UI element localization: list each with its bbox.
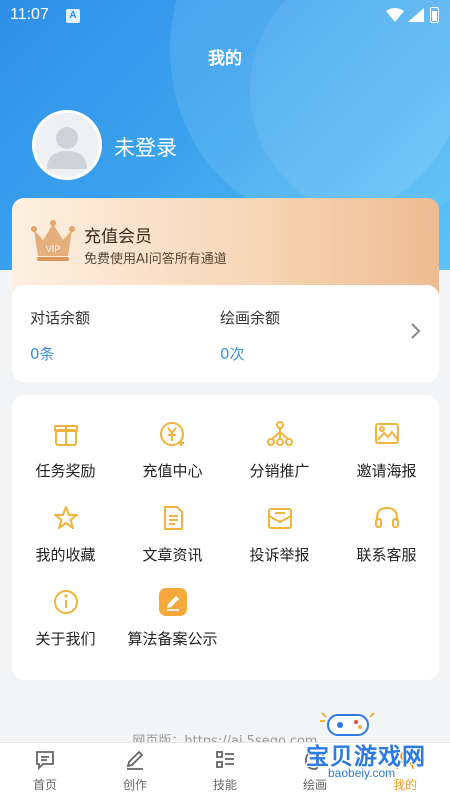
pen-icon — [126, 750, 144, 770]
wifi-icon — [386, 8, 404, 22]
menu-item-distribution[interactable]: 分销推广 — [226, 420, 333, 500]
draw-balance-value: 0次 — [220, 345, 245, 363]
menu-item-favorites[interactable]: 我的收藏 — [12, 504, 119, 584]
vip-title: 充值会员 — [84, 227, 152, 247]
feature-menu-grid: 任务奖励 充值中心 分销推广 邀请海报 我的收藏 文章资讯 投诉举报 联系客服 … — [12, 395, 439, 680]
chevron-right-icon[interactable] — [410, 321, 422, 341]
menu-item-algorithm-filing[interactable]: 算法备案公示 — [119, 588, 226, 668]
vip-membership-card[interactable]: VIP 充值会员 免费使用AI问答所有通道 — [12, 198, 439, 298]
share-tree-icon — [267, 421, 293, 446]
menu-item-recharge-center[interactable]: 充值中心 — [119, 420, 226, 500]
login-status-text[interactable]: 未登录 — [114, 132, 177, 162]
status-bar: 11:07 A — [0, 0, 450, 32]
chat-icon — [36, 751, 54, 771]
default-avatar-icon[interactable] — [32, 110, 102, 180]
watermark-url: baobeiy.com — [328, 766, 396, 780]
mail-report-icon — [268, 508, 292, 529]
page-title: 我的 — [208, 49, 242, 69]
balance-card[interactable]: 对话余额 0条 绘画余额 0次 — [12, 285, 439, 382]
gamepad-logo-icon — [320, 712, 375, 736]
menu-item-customer-service[interactable]: 联系客服 — [333, 504, 440, 584]
notification-a-icon: A — [66, 9, 80, 23]
status-time: 11:07 — [10, 6, 49, 23]
tab-home[interactable]: 首页 — [0, 743, 90, 800]
site-watermark: 宝贝游戏网 baobeiy.com — [298, 703, 450, 785]
menu-item-about-us[interactable]: 关于我们 — [12, 588, 119, 668]
signal-icon — [408, 8, 424, 22]
tab-create[interactable]: 创作 — [90, 743, 180, 800]
vip-subtitle: 免费使用AI问答所有通道 — [84, 252, 227, 267]
crown-vip-text: VIP — [46, 244, 61, 254]
menu-item-invite-poster[interactable]: 邀请海报 — [333, 420, 440, 500]
document-icon — [164, 506, 183, 530]
menu-item-complaint[interactable]: 投诉举报 — [226, 504, 333, 584]
menu-item-task-reward[interactable]: 任务奖励 — [12, 420, 119, 500]
crown-icon: VIP — [31, 220, 75, 261]
star-icon — [54, 506, 78, 529]
battery-icon — [430, 7, 439, 23]
image-icon — [375, 423, 399, 444]
tab-skills[interactable]: 技能 — [180, 743, 270, 800]
chat-balance-label: 对话余额 — [30, 309, 91, 327]
headset-icon — [375, 506, 399, 528]
gift-icon — [54, 425, 78, 446]
yen-coin-icon — [160, 422, 184, 446]
info-icon — [54, 590, 78, 614]
chat-balance-value: 0条 — [30, 345, 55, 363]
list-icon — [216, 751, 234, 768]
menu-item-articles[interactable]: 文章资讯 — [119, 504, 226, 584]
draw-balance-label: 绘画余额 — [220, 309, 281, 327]
edit-badge-icon — [159, 588, 187, 616]
